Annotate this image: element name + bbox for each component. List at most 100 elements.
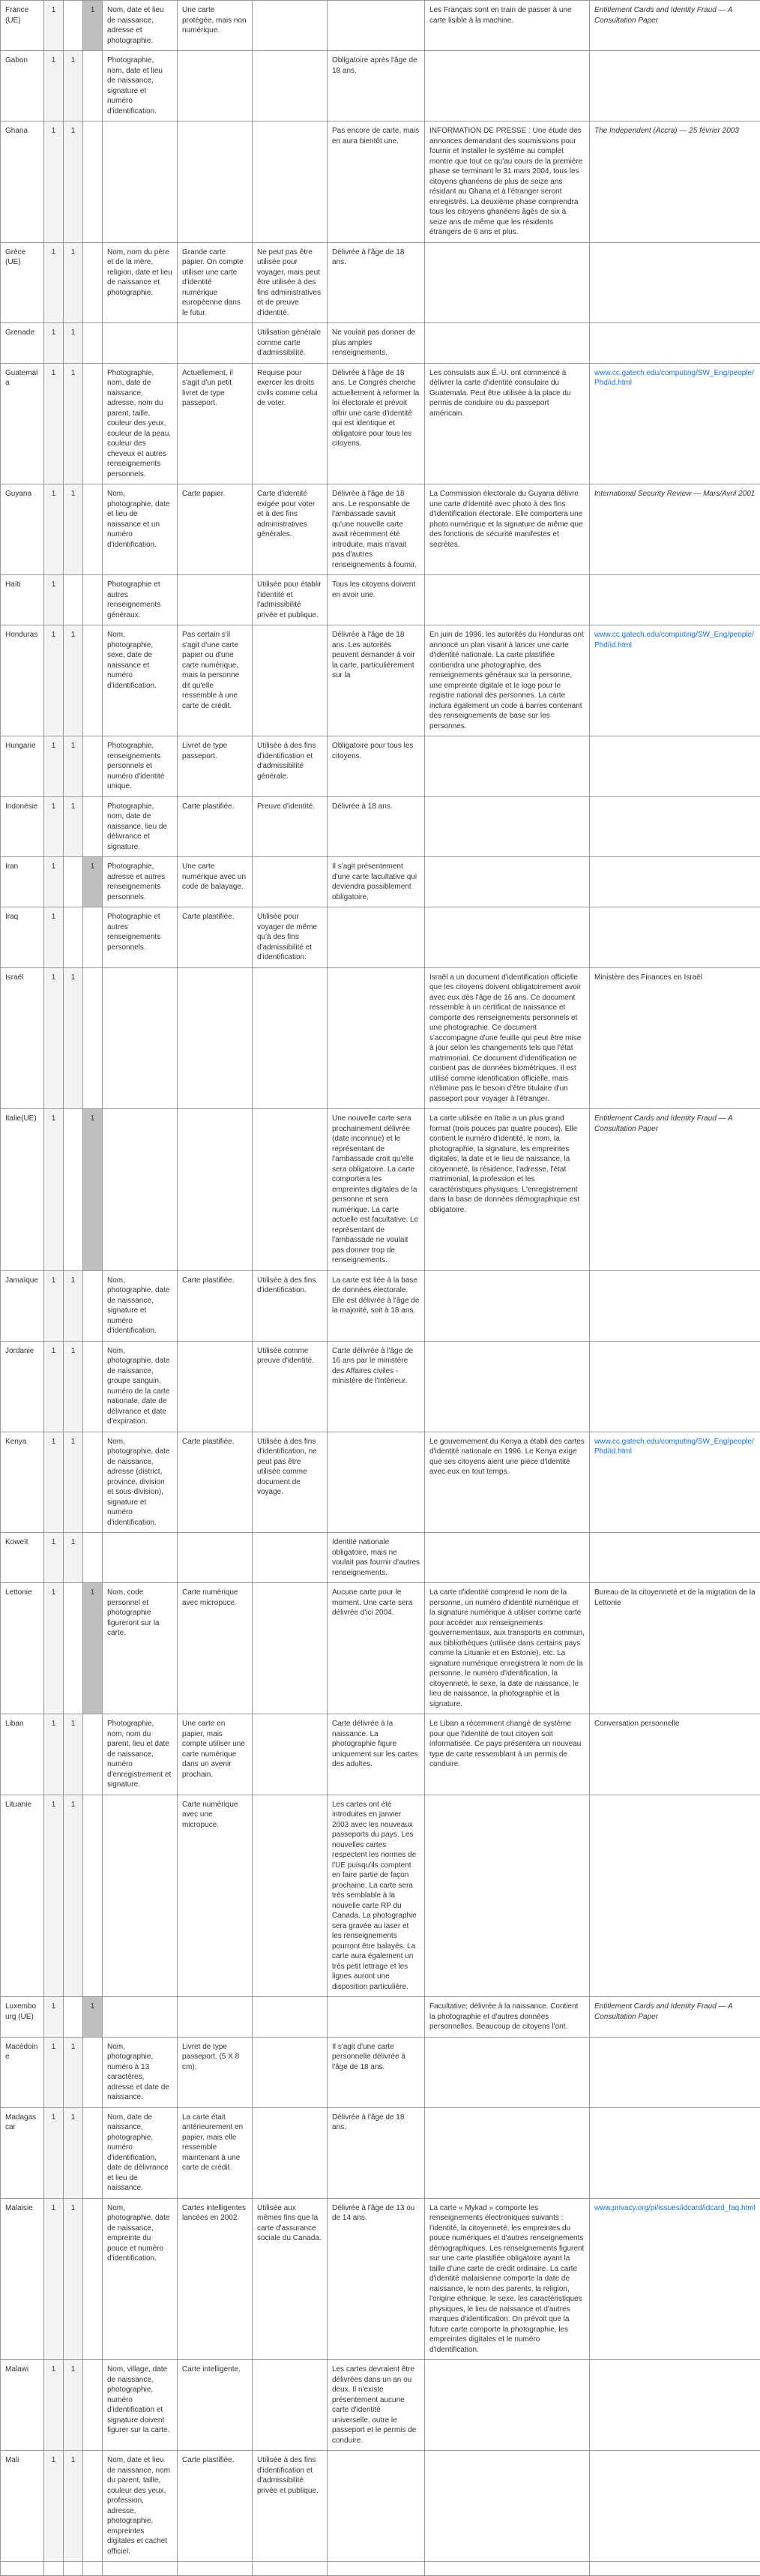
col1-cell: 1 xyxy=(44,796,64,857)
table-row: Kenya11Nom, photographie, date de naissa… xyxy=(1,1432,760,1533)
info-cell: Nom, village, date de naissance, photogr… xyxy=(103,2360,178,2451)
table-row: Indonésie11Photographie, nom, date de na… xyxy=(1,796,760,857)
col2-cell: 1 xyxy=(64,2198,83,2360)
col1-cell: 1 xyxy=(44,1270,64,1341)
source-cell: www.privacy.org/pi/issues/idcard/idcard_… xyxy=(590,2198,760,2360)
source-cell xyxy=(590,2037,760,2107)
use-cell xyxy=(253,1714,328,1795)
cond-cell xyxy=(328,1,425,51)
use-cell xyxy=(253,1997,328,2038)
empty-cell xyxy=(1,2562,44,2576)
info-cell xyxy=(103,1997,178,2038)
format-cell: Carte plastifiée. xyxy=(178,907,253,968)
country-cell: France (UE) xyxy=(1,1,44,51)
details-cell: Le gouvernement du Kenya a établi des ca… xyxy=(425,1432,590,1533)
col3-cell xyxy=(83,2451,103,2562)
use-cell xyxy=(253,1583,328,1714)
format-cell: Grande carte papier. On compte utiliser … xyxy=(178,242,253,323)
details-cell xyxy=(425,857,590,907)
col1-cell: 1 xyxy=(44,1714,64,1795)
col3-cell xyxy=(83,2198,103,2360)
col2-cell: 1 xyxy=(64,121,83,243)
col2-cell: 1 xyxy=(64,2037,83,2107)
table-row: Macédoine11Nom, photographie, numéro à 1… xyxy=(1,2037,760,2107)
table-row: France (UE)11Nom, date et lieu de naissa… xyxy=(1,1,760,51)
details-cell: La Commission électorale du Guyana déliv… xyxy=(425,484,590,575)
info-cell: Nom, date de naissance, photographie, nu… xyxy=(103,2107,178,2198)
source-cell: Ministère des Finances en Israël xyxy=(590,967,760,1109)
table-row: Hungarie11Photographie, renseignements p… xyxy=(1,736,760,797)
format-cell: La carte était antérieurement en papier,… xyxy=(178,2107,253,2198)
table-row: Malaisie11Nom, photographie, date de nai… xyxy=(1,2198,760,2360)
details-cell: La carte « Mykad » comporte les renseign… xyxy=(425,2198,590,2360)
format-cell: Carte numérique avec une micropuce. xyxy=(178,1795,253,1997)
table-row: Haïti1Photographie et autres renseigneme… xyxy=(1,575,760,625)
use-cell xyxy=(253,51,328,121)
info-cell: Nom, date et lieu de naissance, adresse … xyxy=(103,1,178,51)
cond-cell: Aucune carte pour le moment. Une carte s… xyxy=(328,1583,425,1714)
country-cell: Jamaïque xyxy=(1,1270,44,1341)
info-cell: Photographie, nom, nom du parent, lieu e… xyxy=(103,1714,178,1795)
col2-cell xyxy=(64,1109,83,1271)
table-row: Mali11Nom, date et lieu de naissance, no… xyxy=(1,2451,760,2562)
format-cell: Carte plastifiée. xyxy=(178,796,253,857)
format-cell: Carte numérique avec micropuce. xyxy=(178,1583,253,1714)
cond-cell: Ne voulait pas donner de plus amples ren… xyxy=(328,323,425,364)
table-row: Jamaïque11Nom, photographie, date de nai… xyxy=(1,1270,760,1341)
cond-cell: Il s'agit d'une carte personnelle délivr… xyxy=(328,2037,425,2107)
table-row: Guatemala11Photographie, nom, date de na… xyxy=(1,363,760,484)
table-row: Iran11Photographie, adresse et autres re… xyxy=(1,857,760,907)
use-cell xyxy=(253,1109,328,1271)
info-cell: Photographie, adresse et autres renseign… xyxy=(103,857,178,907)
source-cell: www.cc.gatech.edu/computing/SW_Eng/peopl… xyxy=(590,625,760,736)
col2-cell: 1 xyxy=(64,363,83,484)
use-cell xyxy=(253,857,328,907)
format-cell xyxy=(178,1997,253,2038)
country-cell: Kenya xyxy=(1,1432,44,1533)
col2-cell xyxy=(64,857,83,907)
table-row: Malawi11Nom, village, date de naissance,… xyxy=(1,2360,760,2451)
details-cell xyxy=(425,1795,590,1997)
col3-cell xyxy=(83,363,103,484)
country-cell: Israël xyxy=(1,967,44,1109)
empty-cell xyxy=(425,2562,590,2576)
format-cell xyxy=(178,575,253,625)
source-cell: International Security Review — Mars/Avr… xyxy=(590,484,760,575)
details-cell xyxy=(425,575,590,625)
table-row: Italie(UE)11Une nouvelle carte sera proc… xyxy=(1,1109,760,1271)
country-cell: Guyana xyxy=(1,484,44,575)
use-cell: Utilisée à des fins d'identification. xyxy=(253,1270,328,1341)
info-cell: Photographie, nom, date et lieu de naiss… xyxy=(103,51,178,121)
country-cell: Koweït xyxy=(1,1533,44,1583)
use-cell xyxy=(253,2037,328,2107)
col3-cell: 1 xyxy=(83,857,103,907)
info-cell: Nom, photographie, date et lieu de naiss… xyxy=(103,484,178,575)
details-cell: Le Liban a récemment changé de système p… xyxy=(425,1714,590,1795)
col3-cell xyxy=(83,625,103,736)
col1-cell: 1 xyxy=(44,2451,64,2562)
col1-cell: 1 xyxy=(44,1533,64,1583)
col2-cell: 1 xyxy=(64,967,83,1109)
info-cell: Nom, photographie, date de naissance, ad… xyxy=(103,1432,178,1533)
country-cell: Malawi xyxy=(1,2360,44,2451)
col3-cell: 1 xyxy=(83,1997,103,2038)
col2-cell: 1 xyxy=(64,1533,83,1583)
table-row: Iraq1Photographie et autres renseignemen… xyxy=(1,907,760,968)
col3-cell xyxy=(83,796,103,857)
info-cell xyxy=(103,1795,178,1997)
use-cell: Utilisée pour voyager de même qu'à des f… xyxy=(253,907,328,968)
country-cell: Lituanie xyxy=(1,1795,44,1997)
country-cell: Iraq xyxy=(1,907,44,968)
col3-cell xyxy=(83,575,103,625)
country-cell: Honduras xyxy=(1,625,44,736)
cond-cell: Il s'agit présentement d'une carte facul… xyxy=(328,857,425,907)
col2-cell xyxy=(64,1583,83,1714)
format-cell: Carte plastifiée. xyxy=(178,1270,253,1341)
col3-cell: 1 xyxy=(83,1,103,51)
col2-cell: 1 xyxy=(64,2107,83,2198)
table-row: Grenade11Utilisation générale comme cart… xyxy=(1,323,760,364)
info-cell: Nom, photographie, sexe, date de naissan… xyxy=(103,625,178,736)
table-row: Grèce (UE)11Nom, nom du père et de la mè… xyxy=(1,242,760,323)
use-cell: Utilisée à des fins d'identification, ne… xyxy=(253,1432,328,1533)
col1-cell: 1 xyxy=(44,1,64,51)
